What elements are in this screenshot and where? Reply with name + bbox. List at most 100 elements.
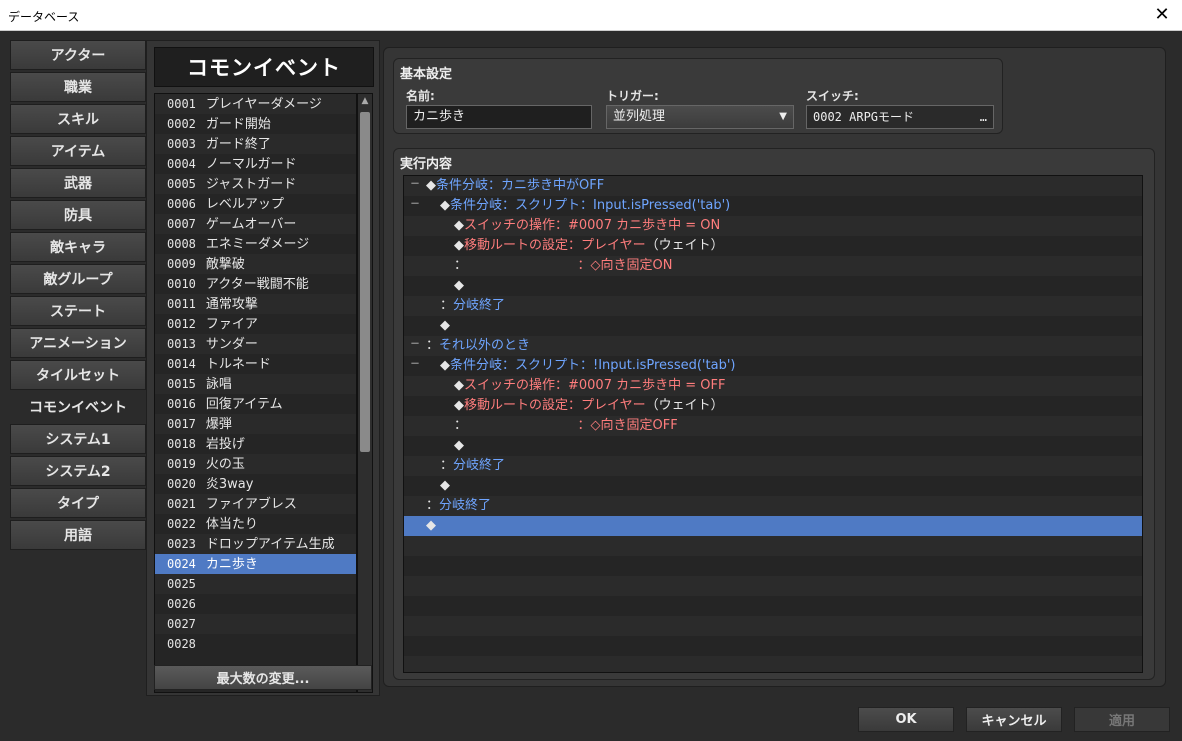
list-item[interactable]: 0008 エネミーダメージ	[155, 234, 356, 254]
command-line[interactable]: ◆スイッチの操作：#0007 カニ歩き中 = ON	[404, 216, 1142, 236]
command-line[interactable]: ：分岐終了	[404, 296, 1142, 316]
list-item[interactable]: 0027	[155, 614, 356, 634]
scroll-thumb[interactable]	[360, 112, 370, 452]
command-line[interactable]: ◆スイッチの操作：#0007 カニ歩き中 = OFF	[404, 376, 1142, 396]
list-item[interactable]: 0012 ファイア	[155, 314, 356, 334]
command-line[interactable]: ◆	[404, 436, 1142, 456]
list-item[interactable]: 0006 レベルアップ	[155, 194, 356, 214]
tab-5[interactable]: 防具	[10, 200, 146, 230]
list-item[interactable]: 0003 ガード終了	[155, 134, 356, 154]
command-text: ：分岐終了	[440, 296, 505, 316]
chevron-down-icon: ▼	[779, 111, 787, 122]
switch-label: スイッチ:	[806, 89, 859, 103]
command-line[interactable]: － ◆条件分岐：スクリプト：Input.isPressed('tab')	[404, 196, 1142, 216]
command-text: ◆	[440, 476, 450, 496]
command-line[interactable]: ： ：◇向き固定OFF	[404, 416, 1142, 436]
command-line[interactable]: ◆	[404, 316, 1142, 336]
tab-8[interactable]: ステート	[10, 296, 146, 326]
list-item[interactable]: 0018 岩投げ	[155, 434, 356, 454]
tab-7[interactable]: 敵グループ	[10, 264, 146, 294]
command-line[interactable]: ◆	[404, 276, 1142, 296]
collapse-icon[interactable]: －	[410, 180, 420, 190]
list-item[interactable]: 0023 ドロップアイテム生成	[155, 534, 356, 554]
collapse-icon[interactable]: －	[410, 340, 420, 350]
cancel-button[interactable]: キャンセル	[966, 707, 1062, 732]
trigger-select[interactable]: 並列処理 ▼	[606, 105, 794, 129]
collapse-icon[interactable]: －	[410, 360, 420, 370]
command-line[interactable]: ◆移動ルートの設定：プレイヤー（ウェイト）	[404, 396, 1142, 416]
list-item-number: 0012	[167, 317, 196, 331]
command-line[interactable]	[404, 576, 1142, 596]
tab-12[interactable]: システム1	[10, 424, 146, 454]
tab-4[interactable]: 武器	[10, 168, 146, 198]
apply-button[interactable]: 適用	[1074, 707, 1170, 732]
command-line[interactable]	[404, 616, 1142, 636]
tab-0[interactable]: アクター	[10, 40, 146, 70]
tab-9[interactable]: アニメーション	[10, 328, 146, 358]
switch-field[interactable]: 0002 ARPGモード …	[806, 105, 994, 129]
list-item-number: 0005	[167, 177, 196, 191]
list-item[interactable]: 0017 爆弾	[155, 414, 356, 434]
list-item[interactable]: 0024 カニ歩き	[155, 554, 356, 574]
list-item[interactable]: 0025	[155, 574, 356, 594]
list-item[interactable]: 0009 敵撃破	[155, 254, 356, 274]
command-line[interactable]	[404, 596, 1142, 616]
command-line[interactable]	[404, 656, 1142, 672]
list-item[interactable]: 0011 通常攻撃	[155, 294, 356, 314]
list-item[interactable]: 0002 ガード開始	[155, 114, 356, 134]
tab-15[interactable]: 用語	[10, 520, 146, 550]
list-item[interactable]: 0010 アクター戦闘不能	[155, 274, 356, 294]
list-item[interactable]: 0022 体当たり	[155, 514, 356, 534]
list-item[interactable]: 0014 トルネード	[155, 354, 356, 374]
command-line[interactable]: － ：それ以外のとき	[404, 336, 1142, 356]
close-icon[interactable]: ✕	[1150, 4, 1174, 26]
list-item[interactable]: 0028	[155, 634, 356, 654]
list-item[interactable]: 0013 サンダー	[155, 334, 356, 354]
command-part: 分岐終了	[453, 298, 506, 313]
list-item-name: プレイヤーダメージ	[205, 97, 322, 112]
command-line[interactable]: － ◆条件分岐：スクリプト：!Input.isPressed('tab')	[404, 356, 1142, 376]
scroll-up-icon[interactable]: ▲	[358, 94, 372, 108]
tab-14[interactable]: タイプ	[10, 488, 146, 518]
list-item[interactable]: 0004 ノーマルガード	[155, 154, 356, 174]
list-item[interactable]: 0015 詠唱	[155, 374, 356, 394]
command-line[interactable]: ◆	[404, 476, 1142, 496]
list-item[interactable]: 0020 炎3way	[155, 474, 356, 494]
ok-button[interactable]: OK	[858, 707, 954, 732]
command-line[interactable]: ◆	[404, 516, 1142, 536]
tab-1[interactable]: 職業	[10, 72, 146, 102]
tab-11[interactable]: コモンイベント	[10, 392, 146, 422]
command-line[interactable]	[404, 556, 1142, 576]
ellipsis-icon[interactable]: …	[980, 106, 987, 128]
command-text: ： ：◇向き固定OFF	[454, 416, 678, 436]
collapse-icon[interactable]: －	[410, 200, 420, 210]
list-item[interactable]: 0005 ジャストガード	[155, 174, 356, 194]
command-text: ◆移動ルートの設定：プレイヤー（ウェイト）	[454, 396, 724, 416]
list-item[interactable]: 0016 回復アイテム	[155, 394, 356, 414]
tab-10[interactable]: タイルセット	[10, 360, 146, 390]
command-line[interactable]	[404, 536, 1142, 556]
command-line[interactable]: ：分岐終了	[404, 456, 1142, 476]
command-part: 条件分岐：スクリプト：Input.isPressed('tab')	[450, 198, 731, 213]
event-list[interactable]: 0001 プレイヤーダメージ 0002 ガード開始 0003 ガード終了 0004 ノーマルガ…	[154, 93, 357, 693]
list-item[interactable]: 0021 ファイアブレス	[155, 494, 356, 514]
list-item[interactable]: 0007 ゲームオーバー	[155, 214, 356, 234]
command-line[interactable]: － ◆条件分岐：カニ歩き中がOFF	[404, 176, 1142, 196]
command-part: 分岐終了	[439, 498, 492, 513]
change-max-button[interactable]: 最大数の変更...	[154, 665, 372, 690]
list-item[interactable]: 0001 プレイヤーダメージ	[155, 94, 356, 114]
list-scrollbar[interactable]: ▲ ▼	[357, 93, 373, 693]
tab-6[interactable]: 敵キャラ	[10, 232, 146, 262]
command-line[interactable]: ◆移動ルートの設定：プレイヤー（ウェイト）	[404, 236, 1142, 256]
event-command-list[interactable]: － ◆条件分岐：カニ歩き中がOFF － ◆条件分岐：スクリプト：Input.isPre…	[403, 175, 1143, 673]
command-line[interactable]: ：分岐終了	[404, 496, 1142, 516]
tab-3[interactable]: アイテム	[10, 136, 146, 166]
tab-2[interactable]: スキル	[10, 104, 146, 134]
list-item-number: 0003	[167, 137, 196, 151]
list-item[interactable]: 0019 火の玉	[155, 454, 356, 474]
command-line[interactable]	[404, 636, 1142, 656]
command-line[interactable]: ： ：◇向き固定ON	[404, 256, 1142, 276]
tab-13[interactable]: システム2	[10, 456, 146, 486]
list-item[interactable]: 0026	[155, 594, 356, 614]
name-input[interactable]: カニ歩き	[406, 105, 592, 129]
